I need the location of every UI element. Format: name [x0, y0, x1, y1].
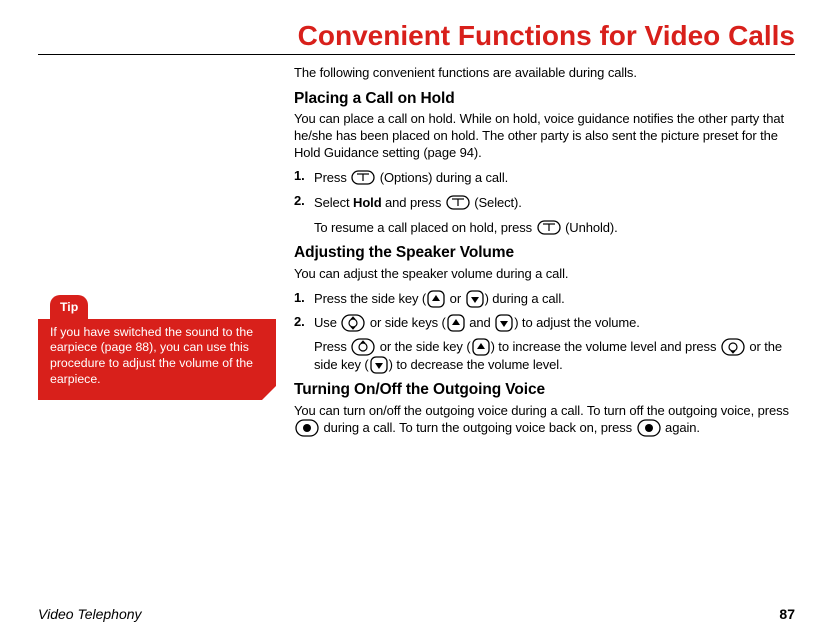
nav-updown-icon	[341, 314, 365, 332]
volume-step-1: 1. Press the side key ( or ) during a ca…	[294, 290, 795, 308]
section-voice-heading: Turning On/Off the Outgoing Voice	[294, 380, 795, 400]
text: and press	[382, 195, 445, 210]
section-volume-para: You can adjust the speaker volume during…	[294, 266, 795, 283]
text: ) to adjust the volume.	[514, 315, 640, 330]
step-number: 1.	[294, 290, 305, 307]
nav-up-icon	[351, 338, 375, 356]
sidebar: Tip If you have switched the sound to th…	[38, 65, 276, 444]
side-up-icon	[472, 338, 490, 356]
text: (Unhold).	[562, 220, 618, 235]
section-hold-para: You can place a call on hold. While on h…	[294, 111, 795, 161]
text: or the side key (	[376, 339, 470, 354]
hold-step-1: 1. Press (Options) during a call.	[294, 168, 795, 187]
side-up-icon	[447, 314, 465, 332]
footer-section: Video Telephony	[38, 606, 142, 622]
intro-text: The following convenient functions are a…	[294, 65, 795, 82]
softkey-icon	[351, 168, 375, 187]
main-content: The following convenient functions are a…	[294, 65, 795, 444]
side-down-icon	[370, 356, 388, 374]
softkey-icon	[537, 218, 561, 237]
hold-resume: To resume a call placed on hold, press (…	[314, 218, 795, 237]
manual-page: Convenient Functions for Video Calls Tip…	[0, 0, 833, 638]
text: Press	[314, 170, 350, 185]
nav-center-icon	[295, 419, 319, 437]
step-number: 2.	[294, 193, 305, 210]
side-down-icon	[495, 314, 513, 332]
softkey-icon	[446, 193, 470, 212]
text: You can turn on/off the outgoing voice d…	[294, 403, 789, 418]
tip-label: Tip	[50, 295, 88, 320]
tip-body-text: If you have switched the sound to the ea…	[50, 325, 253, 386]
nav-down-icon	[721, 338, 745, 356]
text: Press the side key (	[314, 291, 426, 306]
text: or side keys (	[366, 315, 445, 330]
title-rule	[38, 54, 795, 55]
text: and	[466, 315, 494, 330]
section-hold-heading: Placing a Call on Hold	[294, 89, 795, 109]
text: ) during a call.	[485, 291, 565, 306]
nav-center-icon	[637, 419, 661, 437]
text: Use	[314, 315, 340, 330]
text: (Select).	[471, 195, 522, 210]
hold-step-2: 2. Select Hold and press (Select). To re…	[294, 193, 795, 237]
tip-box: Tip If you have switched the sound to th…	[38, 295, 276, 400]
page-number: 87	[779, 606, 795, 622]
text: Select	[314, 195, 353, 210]
section-voice-para: You can turn on/off the outgoing voice d…	[294, 403, 795, 438]
step-bold: Hold	[353, 195, 381, 210]
step-number: 1.	[294, 168, 305, 185]
text: ) to increase the volume level and press	[491, 339, 720, 354]
text: ) to decrease the volume level.	[389, 357, 563, 372]
text: during a call. To turn the outgoing voic…	[320, 420, 636, 435]
text: (Options) during a call.	[376, 170, 508, 185]
text: again.	[662, 420, 700, 435]
page-footer: Video Telephony 87	[38, 606, 795, 622]
tip-notch	[262, 386, 276, 400]
volume-step-2: 2. Use or side keys ( and ) to adjust th…	[294, 314, 795, 374]
text: To resume a call placed on hold, press	[314, 220, 536, 235]
page-title: Convenient Functions for Video Calls	[38, 20, 795, 52]
text: or	[446, 291, 464, 306]
side-up-icon	[427, 290, 445, 308]
step-number: 2.	[294, 314, 305, 331]
text: Press	[314, 339, 350, 354]
section-volume-heading: Adjusting the Speaker Volume	[294, 243, 795, 263]
volume-substep: Press or the side key ( ) to increase the…	[314, 338, 795, 374]
side-down-icon	[466, 290, 484, 308]
